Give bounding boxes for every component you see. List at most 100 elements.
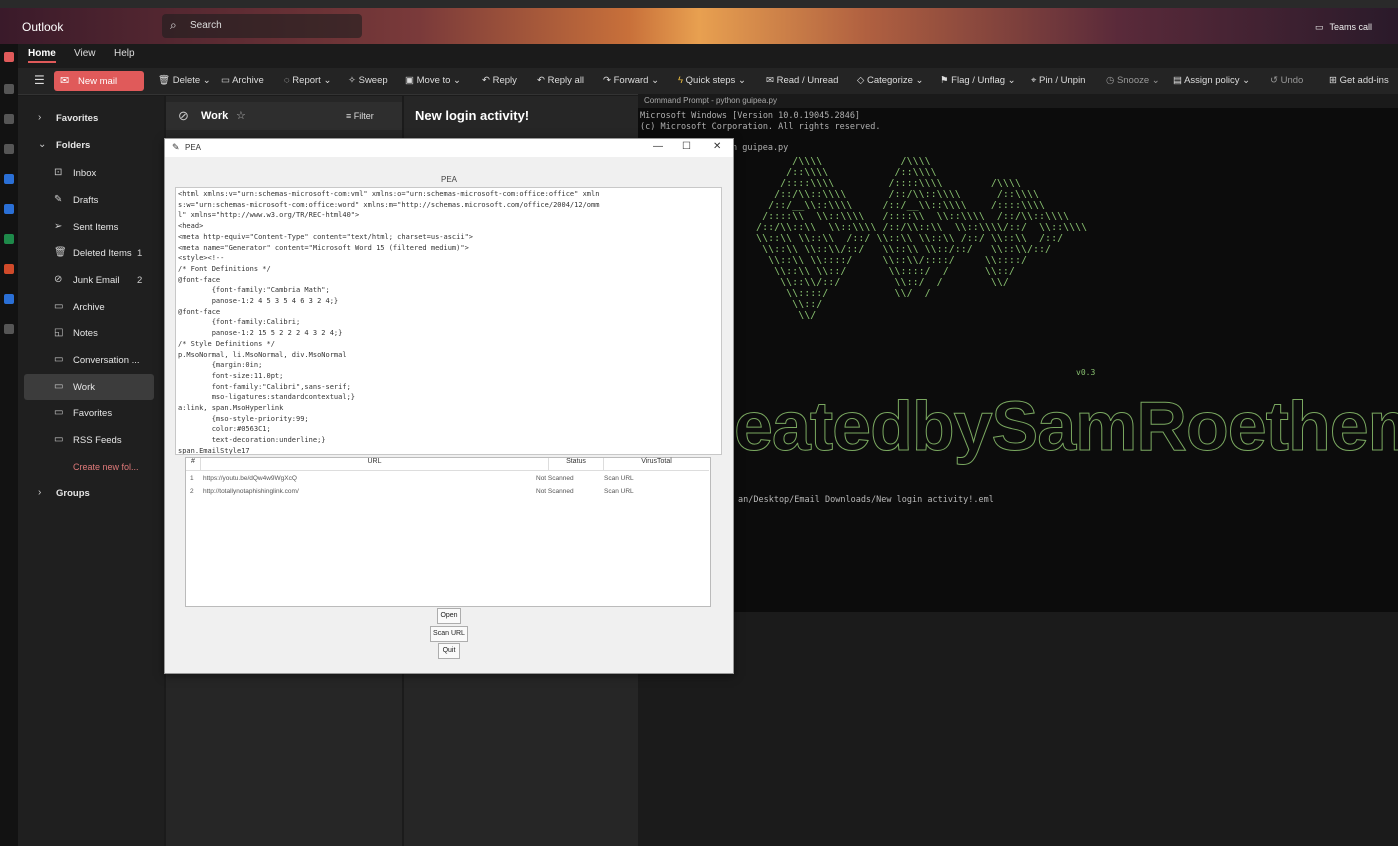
snooze-button[interactable]: ◷ Snooze ⌄: [1106, 75, 1160, 86]
maximize-icon[interactable]: ☐: [682, 141, 691, 152]
command-prompt-window: Command Prompt - python guipea.py Micros…: [638, 94, 1398, 612]
quit-button[interactable]: Quit: [438, 643, 460, 659]
app-name[interactable]: Outlook: [22, 20, 63, 34]
folder-favorites[interactable]: ▭ Favorites: [18, 400, 164, 426]
email-subject: New login activity!: [415, 108, 530, 123]
report-button[interactable]: ◌ Report ⌄: [284, 75, 331, 86]
rss-icon: ▭: [54, 434, 64, 445]
url-table: # URL Status VirusTotal 1 https://youtu.…: [185, 457, 711, 607]
more-apps-icon[interactable]: [4, 324, 14, 334]
policy-icon: ▤: [1173, 75, 1185, 86]
tab-help[interactable]: Help: [114, 48, 135, 59]
new-mail-button[interactable]: ✉ New mail: [54, 71, 144, 91]
hamburger-icon[interactable]: ☰: [34, 73, 45, 87]
filter-label: Filter: [353, 111, 374, 121]
col-virustotal-header[interactable]: VirusTotal: [604, 458, 709, 471]
mail-app-icon[interactable]: [4, 52, 14, 62]
row-virustotal[interactable]: Scan URL: [604, 488, 634, 500]
folder-notes[interactable]: ◱ Notes: [18, 320, 164, 346]
row-num: 1: [190, 475, 194, 482]
cmd-line-command: n guipea.py: [732, 143, 789, 153]
folder-deleted-items[interactable]: 🗑 Deleted Items 1: [18, 240, 164, 266]
folder-junk-email[interactable]: ⊘ Junk Email 2: [18, 267, 164, 293]
categorize-button[interactable]: ◇ Categorize ⌄: [857, 75, 924, 86]
filter-button[interactable]: ≡ Filter: [346, 111, 374, 121]
calendar-app-icon[interactable]: [4, 84, 14, 94]
read-unread-label: Read / Unread: [776, 75, 839, 86]
tab-home[interactable]: Home: [28, 48, 56, 63]
folder-inbox-label: Inbox: [73, 168, 97, 179]
select-all-icon[interactable]: ⊘: [178, 108, 189, 124]
email-source-text[interactable]: <html xmlns:v="urn:schemas-microsoft-com…: [175, 187, 722, 455]
pea-window-title: PEA: [185, 143, 202, 152]
folder-pane: › Favorites ⌄ Folders ⊡ Inbox ✎ Drafts ➢ Sent…: [18, 96, 164, 846]
trash-icon: 🗑: [158, 75, 173, 86]
read-unread-button[interactable]: ✉ Read / Unread: [766, 75, 838, 86]
undo-button[interactable]: ↺ Undo: [1270, 75, 1303, 86]
get-addins-button[interactable]: ⊞ Get add-ins: [1329, 75, 1389, 86]
cmd-file-path: an/Desktop/Email Downloads/New login act…: [738, 495, 994, 505]
powerpoint-app-icon[interactable]: [4, 264, 14, 274]
assign-policy-button[interactable]: ▤ Assign policy ⌄: [1173, 75, 1250, 86]
compose-icon: ✉: [60, 75, 70, 87]
get-addins-label: Get add-ins: [1339, 75, 1389, 86]
folder-icon: ▭: [54, 381, 64, 392]
flag-unflag-button[interactable]: ⚑ Flag / Unflag ⌄: [940, 75, 1016, 86]
pin-unpin-button[interactable]: ⌖ Pin / Unpin: [1031, 75, 1085, 86]
attach-app-icon[interactable]: [4, 144, 14, 154]
version-label: v0.3: [1076, 368, 1096, 377]
archive-label: Archive: [232, 75, 264, 86]
folder-junk-label: Junk Email: [73, 275, 120, 286]
browser-top-strip: [0, 0, 1398, 8]
open-button[interactable]: Open: [437, 608, 461, 624]
reply-icon: ↶: [482, 75, 493, 86]
onedrive-app-icon[interactable]: [4, 294, 14, 304]
sweep-button[interactable]: ✧ Sweep: [348, 75, 388, 86]
forward-button[interactable]: ↷ Forward ⌄: [603, 75, 659, 86]
search-box[interactable]: ⌕ Search: [162, 14, 362, 38]
minimize-icon[interactable]: —: [653, 141, 663, 152]
search-icon: ⌕: [170, 18, 177, 32]
excel-app-icon[interactable]: [4, 234, 14, 244]
folder-conversation-history[interactable]: ▭ Conversation ...: [18, 347, 164, 373]
reply-all-button[interactable]: ↶ Reply all: [537, 75, 584, 86]
broom-icon: ✧: [348, 75, 359, 86]
col-url-header[interactable]: URL: [201, 458, 549, 471]
cmd-titlebar[interactable]: Command Prompt - python guipea.py: [638, 94, 1398, 108]
todo-app-icon[interactable]: [4, 174, 14, 184]
video-icon: ▭: [1314, 22, 1324, 32]
move-to-button[interactable]: ▣ Move to ⌄: [405, 75, 461, 86]
archive-button[interactable]: ▭ Archive: [221, 75, 264, 86]
create-new-folder-link[interactable]: Create new fol...: [73, 462, 139, 472]
folder-icon: ▭: [54, 354, 64, 365]
star-icon[interactable]: ☆: [236, 109, 246, 122]
col-num-header[interactable]: #: [186, 458, 201, 471]
folder-sent-items[interactable]: ➢ Sent Items: [18, 214, 164, 240]
folder-drafts[interactable]: ✎ Drafts: [18, 187, 164, 213]
scan-url-button[interactable]: Scan URL: [430, 626, 468, 642]
deleted-count-badge: 1: [137, 248, 143, 259]
folders-header[interactable]: ⌄ Folders: [18, 132, 164, 158]
favorites-label: Favorites: [56, 113, 99, 124]
people-app-icon[interactable]: [4, 114, 14, 124]
pea-titlebar[interactable]: ✎ PEA — ☐ ✕: [165, 139, 733, 157]
cmd-line-copyright: (c) Microsoft Corporation. All rights re…: [640, 122, 881, 132]
row-virustotal[interactable]: Scan URL: [604, 475, 634, 487]
folder-inbox[interactable]: ⊡ Inbox: [18, 160, 164, 186]
folder-archive[interactable]: ▭ Archive: [18, 294, 164, 320]
folder-rss-feeds[interactable]: ▭ RSS Feeds: [18, 427, 164, 453]
tab-view[interactable]: View: [74, 48, 96, 59]
close-icon[interactable]: ✕: [713, 141, 721, 152]
app-rail: [0, 44, 18, 846]
reply-button[interactable]: ↶ Reply: [482, 75, 517, 86]
teams-call-button[interactable]: ▭ Teams call: [1315, 22, 1372, 33]
word-app-icon[interactable]: [4, 204, 14, 214]
groups-header[interactable]: › Groups: [18, 480, 164, 506]
filter-icon: ≡: [346, 111, 354, 121]
favorites-header[interactable]: › Favorites: [18, 105, 164, 131]
delete-button[interactable]: 🗑 Delete ⌄: [158, 75, 211, 86]
quick-steps-label: Quick steps: [685, 75, 736, 86]
col-status-header[interactable]: Status: [549, 458, 604, 471]
folder-work[interactable]: ▭ Work: [24, 374, 154, 400]
quick-steps-button[interactable]: ϟ Quick steps ⌄: [678, 75, 746, 86]
